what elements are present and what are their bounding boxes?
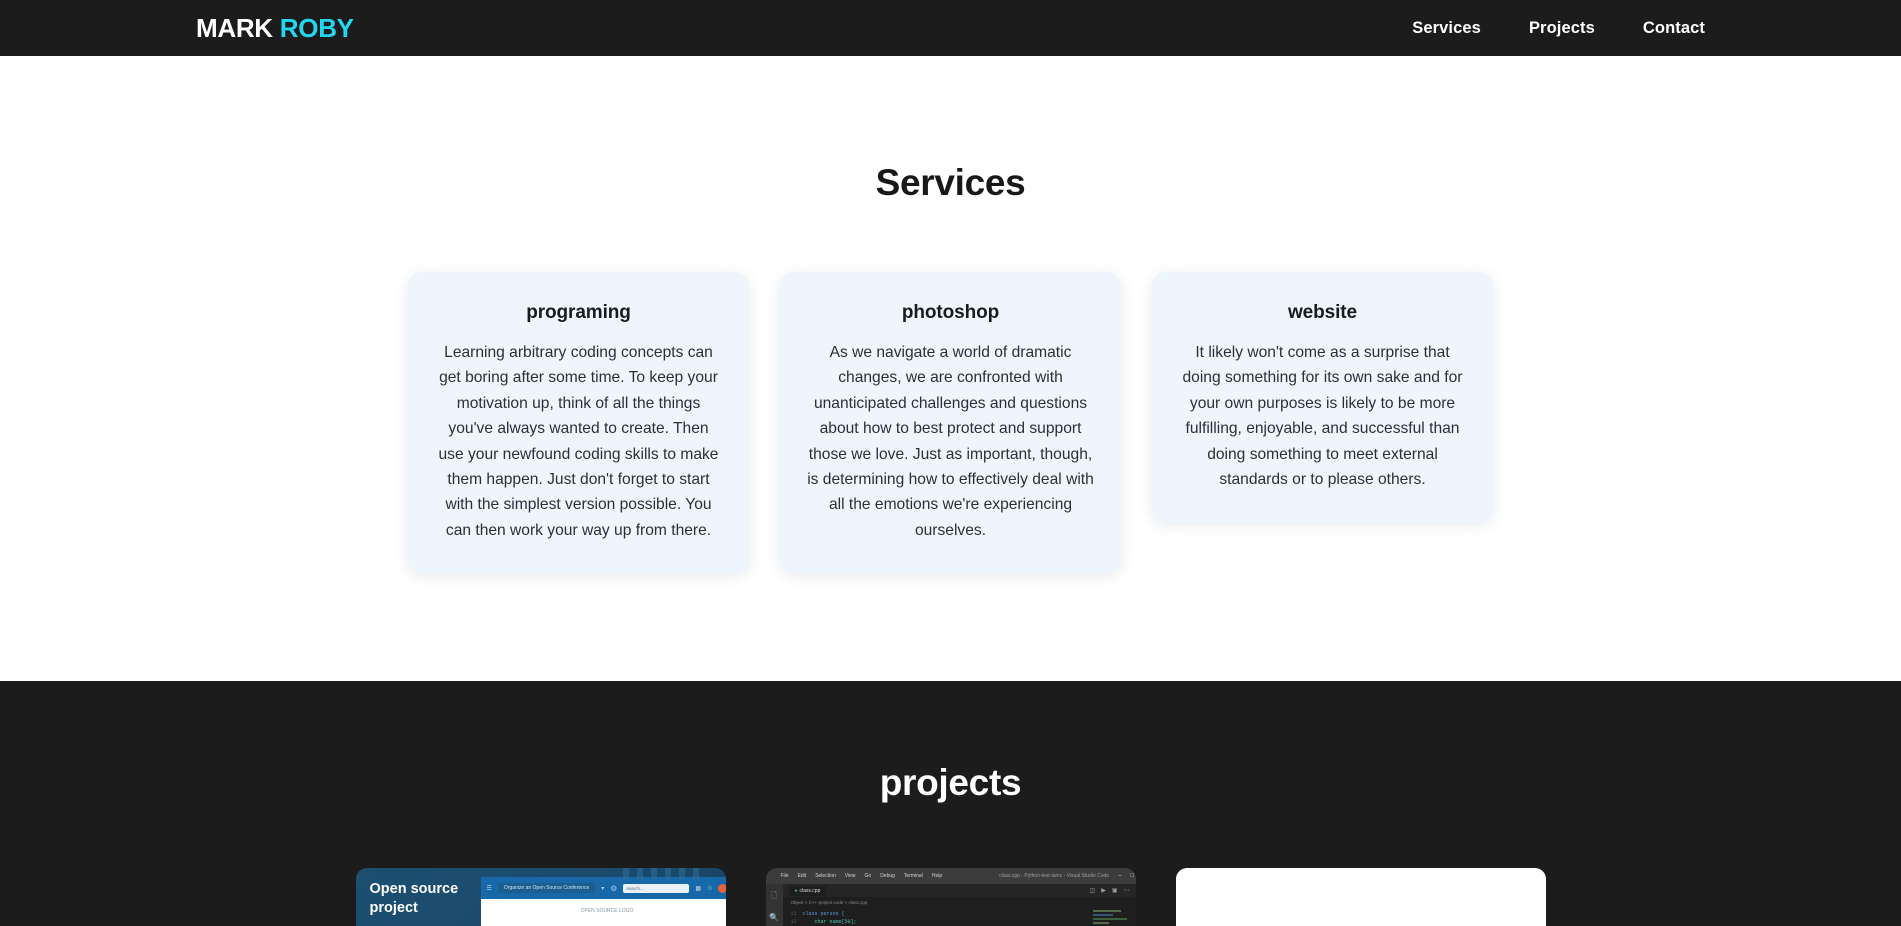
gear-icon[interactable]: ⚙ <box>610 884 617 893</box>
line-text: class person { <box>802 911 845 917</box>
search-icon[interactable]: 🔍 <box>769 913 779 922</box>
browser-toolbar: ☰ Organize an Open Source Conference ▾ ⚙… <box>481 877 726 899</box>
code-editor-area[interactable]: 11 class person { 12 char name[50]; 13 i… <box>783 908 1136 926</box>
browser-search-input[interactable]: search... <box>623 883 690 893</box>
code-line: 11 class person { <box>791 910 1136 918</box>
projects-card-row: Open source project ☰ Organize an Open S… <box>0 868 1901 926</box>
files-icon[interactable]: 🗋 <box>771 890 777 904</box>
line-number: 12 <box>790 919 797 925</box>
menu-icon: ☰ <box>486 885 492 892</box>
code-line: 12 char name[50]; <box>791 918 1136 926</box>
nav-link-projects[interactable]: Projects <box>1529 19 1595 38</box>
navbar: MARK ROBY Services Projects Contact <box>0 0 1901 56</box>
primary-navigation: Services Projects Contact <box>1412 19 1705 38</box>
menu-debug[interactable]: Debug <box>880 873 895 879</box>
browser-page-body: OPEN SOURCE LOGO <box>480 899 726 926</box>
services-section: Services programing Learning arbitrary c… <box>0 56 1901 681</box>
editor-body: 🗋 🔍 ⎕ ●class.cpp ◫ ▶ ▣ ⋯ <box>765 884 1136 926</box>
more-icon[interactable]: ⋯ <box>1124 887 1130 894</box>
project-card-label: Open source project <box>369 881 459 916</box>
services-heading: Services <box>875 162 1026 203</box>
service-card-photoshop[interactable]: photoshop As we navigate a world of dram… <box>780 272 1121 574</box>
site-logo[interactable]: MARK ROBY <box>196 13 354 44</box>
activity-bar: 🗋 🔍 ⎕ <box>765 884 783 926</box>
line-text: char name[50]; <box>802 919 857 925</box>
browser-window-mock: ☰ Organize an Open Source Conference ▾ ⚙… <box>480 868 726 926</box>
editor-window-title: class.cpp - Python-test-tamc - Visual St… <box>999 873 1110 879</box>
maximize-icon[interactable]: □ <box>1130 873 1134 880</box>
menu-selection[interactable]: Selection <box>815 873 836 879</box>
projects-section: projects Open source project ☰ Organize … <box>0 681 1901 926</box>
service-card-body: As we navigate a world of dramatic chang… <box>807 344 1094 539</box>
menu-file[interactable]: File <box>781 873 789 879</box>
editor-tab-bar: ● class.cpp ◫ ▶ ▣ ⋯ <box>782 884 1136 897</box>
service-card-title: programing <box>526 302 631 323</box>
service-card-programing[interactable]: programing Learning arbitrary coding con… <box>408 272 749 574</box>
editor-titlebar: File Edit Selection View Go Debug Termin… <box>765 868 1136 884</box>
service-card-title: photoshop <box>901 302 1000 323</box>
grid-icon[interactable]: ▦ <box>695 885 701 892</box>
editor-actions: ◫ ▶ ▣ ⋯ <box>1090 887 1130 894</box>
service-card-body: It likely won't come as a surprise that … <box>1182 344 1463 489</box>
service-card-body: Learning arbitrary coding concepts can g… <box>438 344 719 539</box>
browser-tab-title[interactable]: Organize an Open Source Conference <box>497 883 596 893</box>
service-card-title: website <box>1288 302 1357 323</box>
avatar[interactable] <box>718 883 726 893</box>
decorative-stripes <box>623 868 704 880</box>
window-controls: – □ ✕ <box>1118 873 1135 880</box>
service-card-website[interactable]: website It likely won't come as a surpri… <box>1152 272 1493 523</box>
editor-minimap[interactable] <box>1092 910 1133 926</box>
editor-tab-label: class.cpp <box>799 887 821 894</box>
menu-terminal[interactable]: Terminal <box>904 873 923 879</box>
menu-go[interactable]: Go <box>865 873 872 879</box>
editor-breadcrumb[interactable]: Object > C++-project-code > class.cpp <box>782 897 1136 908</box>
menu-view[interactable]: View <box>845 873 856 879</box>
help-icon[interactable]: ☉ <box>707 885 712 892</box>
project-card-white[interactable] <box>1175 868 1546 926</box>
line-number: 11 <box>790 911 797 917</box>
project-card-open-source[interactable]: Open source project ☰ Organize an Open S… <box>355 868 726 926</box>
logo-text-second: ROBY <box>279 12 354 43</box>
minimize-icon[interactable]: – <box>1118 873 1121 880</box>
menu-edit[interactable]: Edit <box>798 873 807 879</box>
logo-text-first: MARK <box>196 12 273 43</box>
run-icon[interactable]: ▶ <box>1101 887 1106 894</box>
chevron-down-icon: ▾ <box>601 885 605 892</box>
split-editor-icon[interactable]: ◫ <box>1090 887 1096 894</box>
editor-main: ● class.cpp ◫ ▶ ▣ ⋯ Object > C++-project-… <box>782 884 1136 926</box>
file-icon: ● <box>794 887 798 894</box>
nav-link-contact[interactable]: Contact <box>1643 19 1705 38</box>
project-card-vscode[interactable]: File Edit Selection View Go Debug Termin… <box>765 868 1136 926</box>
services-card-row: programing Learning arbitrary coding con… <box>0 272 1901 574</box>
layout-icon[interactable]: ▣ <box>1112 887 1118 894</box>
editor-tab-class-cpp[interactable]: ● class.cpp <box>788 885 827 896</box>
projects-heading: projects <box>879 762 1022 803</box>
nav-link-services[interactable]: Services <box>1412 19 1481 38</box>
menu-help[interactable]: Help <box>932 873 942 879</box>
